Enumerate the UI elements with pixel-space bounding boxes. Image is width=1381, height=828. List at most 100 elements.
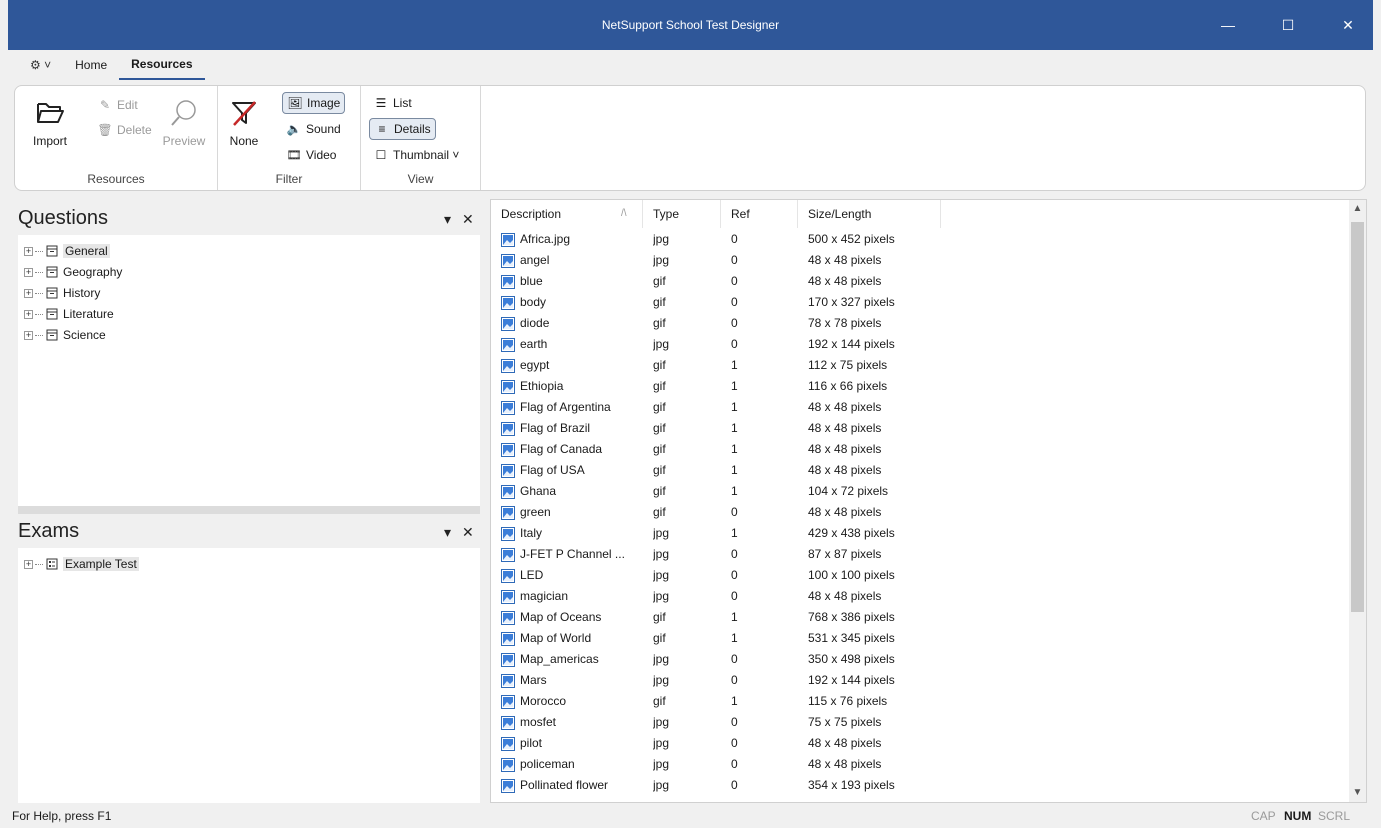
tree-item-example-test[interactable]: + Example Test (24, 554, 139, 574)
table-row[interactable]: pilot jpg 0 48 x 48 pixels (491, 733, 1351, 754)
column-header-size[interactable]: Size/Length (798, 200, 941, 228)
questions-close-button[interactable]: ✕ (462, 211, 474, 228)
cell-ref: 1 (731, 442, 738, 456)
table-row[interactable]: Flag of Brazil gif 1 48 x 48 pixels (491, 418, 1351, 439)
table-row[interactable]: body gif 0 170 x 327 pixels (491, 292, 1351, 313)
tree-item-literature[interactable]: + Literature (24, 304, 114, 324)
maximize-button[interactable]: ☐ (1265, 0, 1311, 50)
table-row[interactable]: Italy jpg 1 429 x 438 pixels (491, 523, 1351, 544)
tree-item-history[interactable]: + History (24, 283, 100, 303)
table-row[interactable]: diode gif 0 78 x 78 pixels (491, 313, 1351, 334)
filter-sound-button[interactable]: 🔈 Sound (282, 118, 345, 140)
cell-size: 112 x 75 pixels (808, 358, 888, 372)
tree-item-science[interactable]: + Science (24, 325, 106, 345)
tab-home[interactable]: Home (63, 50, 119, 80)
cell-description: Morocco (501, 691, 641, 712)
expand-icon[interactable]: + (24, 309, 33, 319)
tab-resources[interactable]: Resources (119, 50, 205, 80)
table-row[interactable]: Flag of Argentina gif 1 48 x 48 pixels (491, 397, 1351, 418)
table-row[interactable]: Pollinated flower jpg 0 354 x 193 pixels (491, 775, 1351, 796)
quick-access-menu[interactable]: ⚙ ˅ (30, 58, 51, 72)
table-row[interactable]: Africa.jpg jpg 0 500 x 452 pixels (491, 229, 1351, 250)
delete-button[interactable]: 🗑 Delete (93, 119, 156, 141)
table-row[interactable]: Map of World gif 1 531 x 345 pixels (491, 628, 1351, 649)
table-row[interactable]: Flag of USA gif 1 48 x 48 pixels (491, 460, 1351, 481)
table-row[interactable]: Ghana gif 1 104 x 72 pixels (491, 481, 1351, 502)
cell-size: 350 x 498 pixels (808, 652, 895, 666)
table-row[interactable]: blue gif 0 48 x 48 pixels (491, 271, 1351, 292)
vertical-scrollbar[interactable]: ▲ ▼ (1349, 200, 1366, 802)
cell-type: gif (653, 694, 666, 708)
image-file-icon (501, 358, 515, 373)
table-row[interactable]: Map_americas jpg 0 350 x 498 pixels (491, 649, 1351, 670)
description-text: magician (520, 589, 569, 603)
cell-type: gif (653, 274, 666, 288)
minimize-button[interactable]: — (1205, 0, 1251, 50)
cell-size: 48 x 48 pixels (808, 253, 882, 267)
tree-item-general[interactable]: + General (24, 241, 110, 261)
table-row[interactable]: angel jpg 0 48 x 48 pixels (491, 250, 1351, 271)
view-thumbnail-label: Thumbnail ˅ (393, 148, 460, 162)
filter-off-icon (224, 98, 264, 128)
scroll-down-arrow[interactable]: ▼ (1349, 784, 1366, 802)
preview-button[interactable]: Preview (159, 98, 209, 148)
group-label-resources: Resources (87, 172, 145, 186)
column-label: Description (501, 207, 562, 221)
folder-open-icon (25, 98, 75, 128)
column-header-type[interactable]: Type (643, 200, 721, 228)
filter-sound-label: Sound (306, 122, 341, 136)
table-row[interactable]: Flag of Canada gif 1 48 x 48 pixels (491, 439, 1351, 460)
scroll-up-arrow[interactable]: ▲ (1349, 200, 1366, 218)
cell-description: green (501, 502, 641, 523)
cell-type: jpg (653, 589, 670, 603)
cell-ref: 1 (731, 400, 738, 414)
expand-icon[interactable]: + (24, 246, 33, 256)
table-row[interactable]: magician jpg 0 48 x 48 pixels (491, 586, 1351, 607)
image-file-icon (501, 526, 515, 541)
import-button[interactable]: Import (25, 98, 75, 148)
filter-video-button[interactable]: 🎞 Video (282, 144, 340, 166)
table-row[interactable]: LED jpg 0 100 x 100 pixels (491, 565, 1351, 586)
table-row[interactable]: green gif 0 48 x 48 pixels (491, 502, 1351, 523)
image-file-icon (501, 547, 515, 562)
expand-icon[interactable]: + (24, 288, 33, 298)
cell-ref: 0 (731, 505, 738, 519)
table-row[interactable]: Ethiopia gif 1 116 x 66 pixels (491, 376, 1351, 397)
edit-button[interactable]: ✎ Edit (93, 94, 142, 116)
table-row[interactable]: J-FET P Channel ... jpg 0 87 x 87 pixels (491, 544, 1351, 565)
column-header-ref[interactable]: Ref (721, 200, 798, 228)
tree-item-label: Science (63, 328, 106, 342)
expand-icon[interactable]: + (24, 559, 33, 569)
filter-image-button[interactable]: 🖼 Image (282, 92, 346, 114)
table-row[interactable]: Mars jpg 0 192 x 144 pixels (491, 670, 1351, 691)
view-thumbnail-button[interactable]: ☐ Thumbnail ˅ (369, 144, 463, 166)
exams-close-button[interactable]: ✕ (462, 524, 474, 541)
cell-size: 48 x 48 pixels (808, 736, 882, 750)
table-row[interactable]: Morocco gif 1 115 x 76 pixels (491, 691, 1351, 712)
table-row[interactable]: earth jpg 0 192 x 144 pixels (491, 334, 1351, 355)
table-row[interactable]: policeman jpg 0 48 x 48 pixels (491, 754, 1351, 775)
cell-size: 192 x 144 pixels (808, 673, 895, 687)
table-row[interactable]: egypt gif 1 112 x 75 pixels (491, 355, 1351, 376)
panel-splitter[interactable] (18, 506, 480, 514)
table-row[interactable]: mosfet jpg 0 75 x 75 pixels (491, 712, 1351, 733)
caps-indicator: CAP (1251, 809, 1276, 823)
view-details-button[interactable]: ≡ Details (369, 118, 436, 140)
expand-icon[interactable]: + (24, 267, 33, 277)
view-list-button[interactable]: ☰ List (369, 92, 416, 114)
cell-description: Italy (501, 523, 641, 544)
questions-pin-button[interactable]: ▾ (444, 211, 451, 228)
close-button[interactable]: ✕ (1325, 0, 1371, 50)
description-text: policeman (520, 757, 575, 771)
image-file-icon (501, 568, 515, 583)
expand-icon[interactable]: + (24, 330, 33, 340)
table-row[interactable]: Map of Oceans gif 1 768 x 386 pixels (491, 607, 1351, 628)
scroll-thumb[interactable] (1351, 222, 1364, 612)
filter-none-button[interactable]: None (224, 98, 264, 148)
column-header-description[interactable]: Description /\ (491, 200, 643, 228)
cell-size: 170 x 327 pixels (808, 295, 895, 309)
cell-description: blue (501, 271, 641, 292)
cell-type: gif (653, 358, 666, 372)
tree-item-geography[interactable]: + Geography (24, 262, 122, 282)
exams-pin-button[interactable]: ▾ (444, 524, 451, 541)
